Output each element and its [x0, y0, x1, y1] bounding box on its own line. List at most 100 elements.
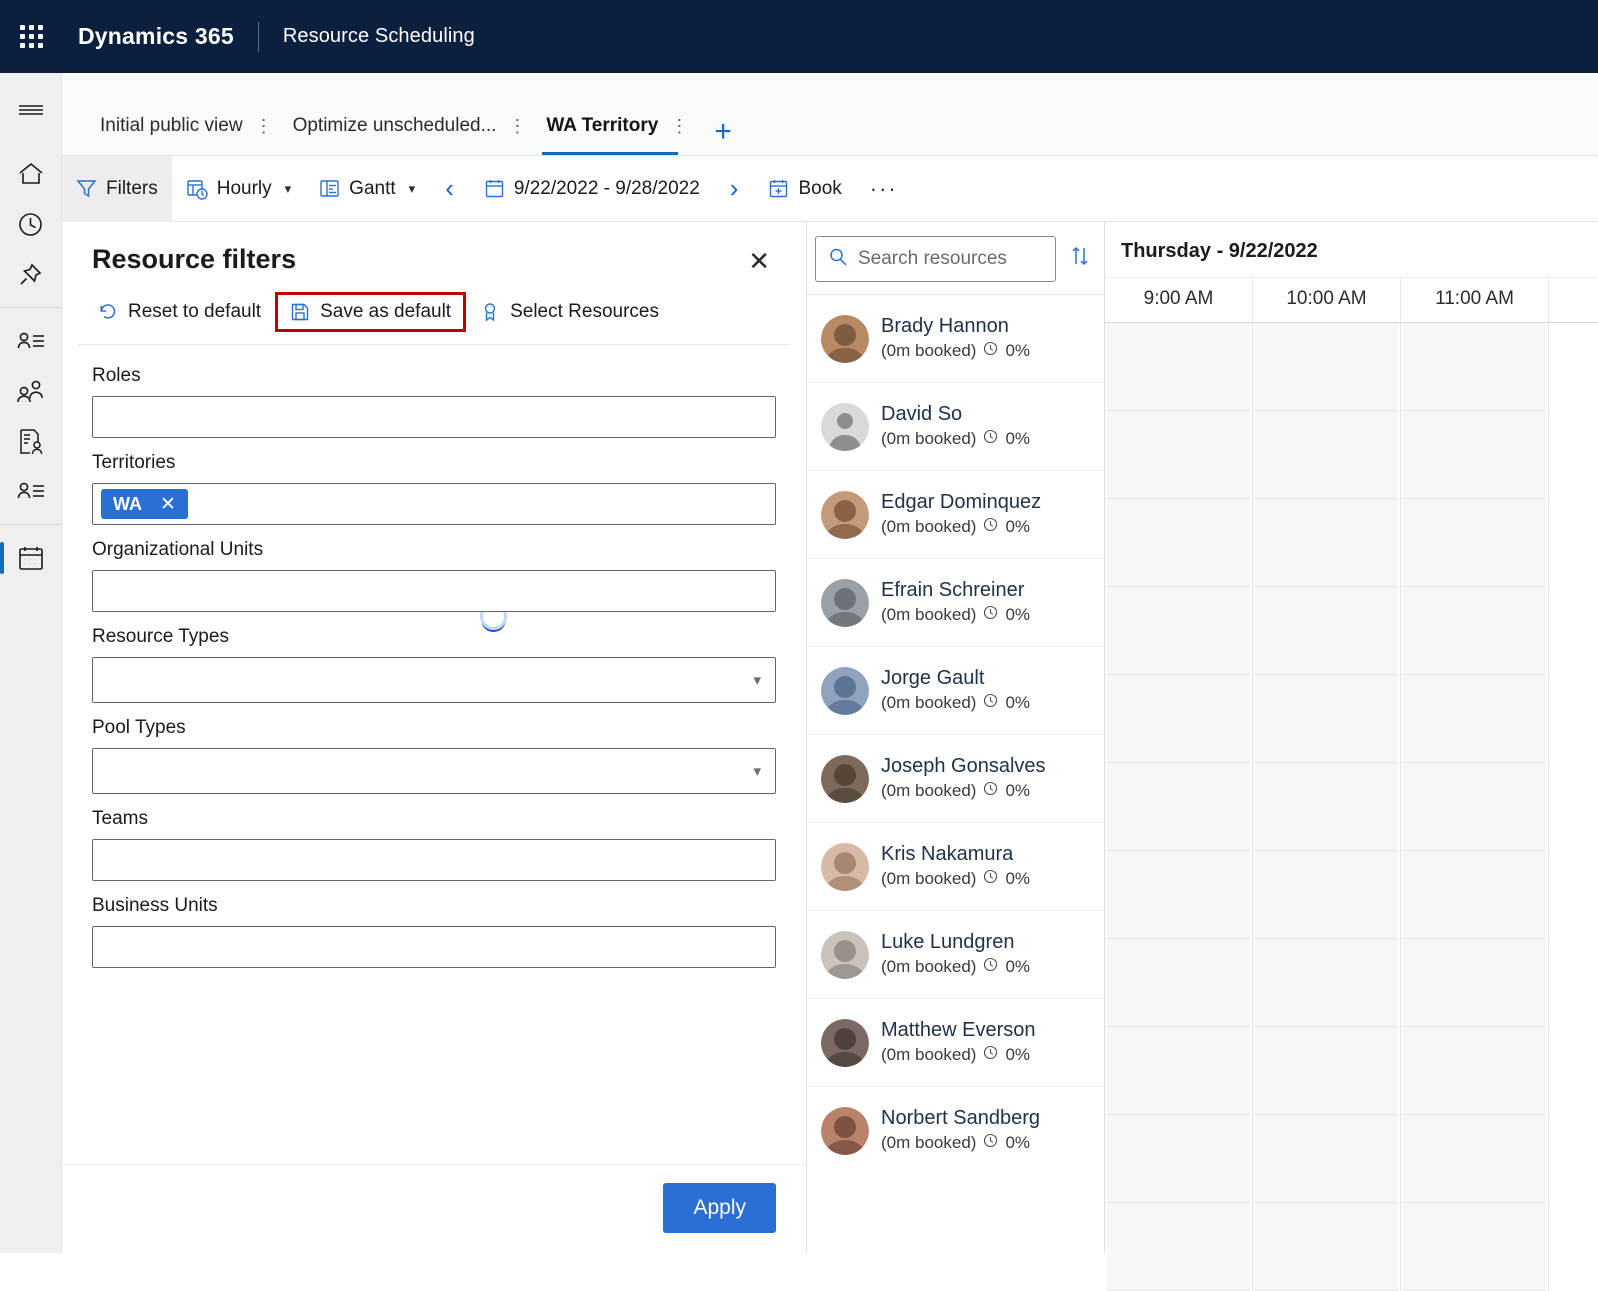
resource-row[interactable]: Norbert Sandberg(0m booked)0% — [807, 1086, 1104, 1174]
booked-duration: (0m booked) — [881, 427, 976, 451]
save-as-default-button[interactable]: Save as default — [275, 292, 466, 332]
schedule-cell[interactable] — [1255, 411, 1398, 499]
teams-input[interactable] — [92, 839, 776, 881]
sidebar-item-home[interactable] — [0, 149, 62, 199]
schedule-cell[interactable] — [1107, 587, 1250, 675]
resource-utilization: (0m booked)0% — [881, 339, 1030, 363]
sidebar-item-work-orders[interactable] — [0, 416, 62, 466]
resource-row[interactable]: Kris Nakamura(0m booked)0% — [807, 822, 1104, 910]
schedule-cell[interactable] — [1107, 1115, 1250, 1203]
clock-icon — [983, 515, 998, 539]
schedule-cell[interactable] — [1255, 323, 1398, 411]
person-list-icon — [17, 480, 45, 502]
schedule-cell[interactable] — [1255, 1027, 1398, 1115]
app-launcher-button[interactable] — [0, 25, 62, 48]
schedule-cell[interactable] — [1255, 587, 1398, 675]
schedule-cell[interactable] — [1403, 763, 1546, 851]
booked-duration: (0m booked) — [881, 603, 976, 627]
schedule-cell[interactable] — [1403, 851, 1546, 939]
time-slot-header: 10:00 AM — [1253, 278, 1401, 322]
schedule-cell[interactable] — [1403, 1115, 1546, 1203]
sort-icon[interactable] — [1066, 245, 1094, 273]
resource-row[interactable]: Efrain Schreiner(0m booked)0% — [807, 558, 1104, 646]
field-label: Teams — [92, 808, 776, 830]
remove-tag-icon[interactable]: ✕ — [160, 493, 176, 516]
app-launcher-icon — [20, 25, 43, 48]
search-resources-input[interactable]: Search resources — [815, 236, 1056, 282]
schedule-cell[interactable] — [1403, 411, 1546, 499]
schedule-cell[interactable] — [1107, 851, 1250, 939]
resource-types-select[interactable]: ▾ — [92, 657, 776, 703]
schedule-cell[interactable] — [1255, 939, 1398, 1027]
roles-input[interactable] — [92, 396, 776, 438]
tab-overflow-icon[interactable]: ⋮ — [664, 117, 698, 135]
schedule-cell[interactable] — [1107, 1203, 1250, 1291]
sidebar-item-recent[interactable] — [0, 199, 62, 249]
resource-row[interactable]: Jorge Gault(0m booked)0% — [807, 646, 1104, 734]
schedule-cell[interactable] — [1403, 499, 1546, 587]
more-commands-button[interactable]: ··· — [856, 176, 912, 202]
sidebar-item-pinned[interactable] — [0, 249, 62, 299]
schedule-cell[interactable] — [1107, 675, 1250, 763]
business-units-input[interactable] — [92, 926, 776, 968]
select-resources-button[interactable]: Select Resources — [470, 293, 669, 331]
sidebar-item-schedule-board[interactable] — [0, 533, 62, 583]
tab-overflow-icon[interactable]: ⋮ — [502, 117, 536, 135]
date-range-button[interactable]: 9/22/2022 - 9/28/2022 — [470, 156, 714, 222]
schedule-cell[interactable] — [1255, 763, 1398, 851]
add-tab-button[interactable]: + — [700, 117, 746, 147]
tab-wa-territory[interactable]: WA Territory ⋮ — [538, 97, 700, 155]
territories-input[interactable]: WA ✕ — [92, 483, 776, 525]
filters-button[interactable]: Filters — [62, 156, 172, 222]
booked-duration: (0m booked) — [881, 1131, 976, 1155]
previous-period-button[interactable]: ‹ — [429, 173, 470, 204]
schedule-cell[interactable] — [1255, 1115, 1398, 1203]
close-icon[interactable]: ✕ — [742, 244, 776, 278]
site-map-toggle-button[interactable] — [0, 85, 62, 135]
schedule-cell[interactable] — [1255, 851, 1398, 939]
schedule-cell[interactable] — [1107, 763, 1250, 851]
resource-row[interactable]: Joseph Gonsalves(0m booked)0% — [807, 734, 1104, 822]
tab-overflow-icon[interactable]: ⋮ — [249, 117, 283, 135]
resource-row[interactable]: David So(0m booked)0% — [807, 382, 1104, 470]
resource-utilization: (0m booked)0% — [881, 427, 1030, 451]
brand-title[interactable]: Dynamics 365 — [62, 23, 234, 50]
booked-duration: (0m booked) — [881, 1043, 976, 1067]
resource-row[interactable]: Luke Lundgren(0m booked)0% — [807, 910, 1104, 998]
schedule-cell[interactable] — [1403, 939, 1546, 1027]
organizational-units-input[interactable] — [92, 570, 776, 612]
schedule-cell[interactable] — [1107, 939, 1250, 1027]
navigation-rail — [0, 73, 62, 1253]
apply-button[interactable]: Apply — [663, 1183, 776, 1233]
tab-initial-public-view[interactable]: Initial public view ⋮ — [92, 97, 285, 155]
territory-tag[interactable]: WA ✕ — [101, 489, 188, 519]
reset-to-default-button[interactable]: Reset to default — [88, 293, 271, 331]
schedule-cell[interactable] — [1403, 675, 1546, 763]
utilization-percent: 0% — [1005, 779, 1030, 803]
next-period-button[interactable]: › — [714, 173, 755, 204]
schedule-cell[interactable] — [1403, 1203, 1546, 1291]
schedule-cell[interactable] — [1255, 675, 1398, 763]
resource-row[interactable]: Edgar Dominquez(0m booked)0% — [807, 470, 1104, 558]
pool-types-select[interactable]: ▾ — [92, 748, 776, 794]
sidebar-item-contacts[interactable] — [0, 366, 62, 416]
gantt-view-button[interactable]: Gantt ▾ — [305, 156, 429, 222]
resource-row[interactable]: Brady Hannon(0m booked)0% — [807, 294, 1104, 382]
schedule-cell[interactable] — [1403, 323, 1546, 411]
resource-row[interactable]: Matthew Everson(0m booked)0% — [807, 998, 1104, 1086]
book-button[interactable]: Book — [754, 156, 855, 222]
schedule-cell[interactable] — [1255, 1203, 1398, 1291]
schedule-cell[interactable] — [1255, 499, 1398, 587]
app-name[interactable]: Resource Scheduling — [283, 25, 475, 48]
sidebar-item-resources[interactable] — [0, 466, 62, 516]
hourly-view-button[interactable]: Hourly ▾ — [172, 156, 305, 222]
schedule-cell[interactable] — [1107, 411, 1250, 499]
schedule-cell[interactable] — [1403, 587, 1546, 675]
tab-optimize-unscheduled[interactable]: Optimize unscheduled... ⋮ — [285, 97, 539, 155]
schedule-grid-panel: Thursday - 9/22/2022 9:00 AM10:00 AM11:0… — [1105, 222, 1598, 1253]
schedule-cell[interactable] — [1107, 1027, 1250, 1115]
schedule-cell[interactable] — [1107, 323, 1250, 411]
sidebar-item-accounts[interactable] — [0, 316, 62, 366]
schedule-cell[interactable] — [1403, 1027, 1546, 1115]
schedule-cell[interactable] — [1107, 499, 1250, 587]
